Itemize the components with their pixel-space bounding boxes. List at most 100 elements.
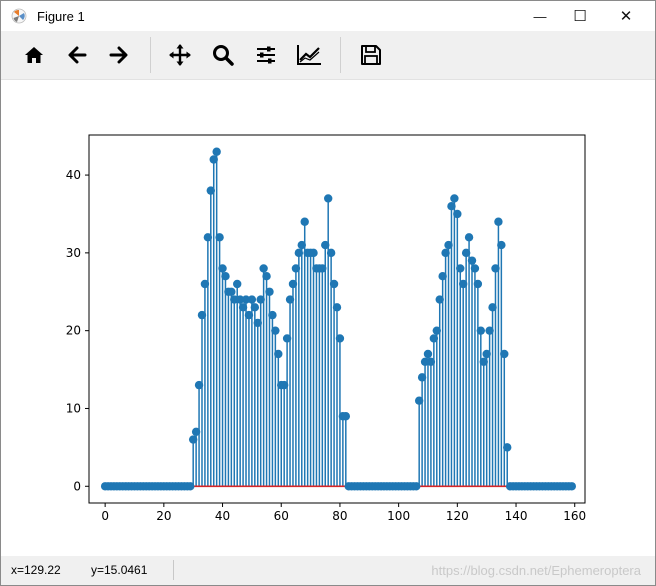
stem-marker	[197, 310, 207, 320]
stem-marker	[414, 396, 424, 405]
stem-marker	[450, 194, 459, 203]
stem-marker	[417, 373, 427, 382]
stem-marker	[453, 209, 462, 219]
figure-canvas[interactable]: 0 20 40 60 80 100 120 140 160 0 10 20 30 40	[1, 80, 655, 555]
stem-marker	[233, 279, 242, 289]
stem-marker	[482, 349, 491, 359]
sliders-icon	[257, 46, 275, 64]
stem-marker	[271, 326, 280, 335]
stem-marker	[429, 334, 439, 343]
stem-marker	[491, 264, 500, 273]
stem-marker	[274, 349, 283, 359]
axes-edit-button[interactable]	[293, 39, 325, 71]
cursor-y-readout: y=15.0461	[91, 563, 148, 577]
stem-marker	[341, 412, 351, 421]
stem-marker	[247, 295, 257, 304]
stem-marker	[476, 326, 486, 335]
subplots-button[interactable]	[250, 39, 282, 71]
stem-marker	[426, 357, 436, 366]
home-button[interactable]	[18, 39, 50, 71]
stem-marker	[262, 272, 271, 281]
stem-plot[interactable]: 0 20 40 60 80 100 120 140 160 0 10 20 30 40	[1, 80, 655, 555]
stem-marker	[488, 303, 497, 312]
minimize-icon: —	[533, 8, 547, 24]
y-tick-label: 30	[66, 246, 81, 260]
close-icon: ✕	[619, 8, 633, 25]
stem-marker	[227, 287, 236, 296]
stem-marker	[464, 233, 474, 242]
stem-marker	[300, 217, 309, 226]
status-separator	[173, 560, 174, 580]
x-tick-label: 100	[387, 509, 410, 523]
stem-marker	[326, 248, 336, 258]
x-tick-label: 120	[446, 509, 469, 523]
stem-marker	[282, 334, 292, 343]
stem-marker	[441, 248, 450, 258]
stem-marker	[191, 427, 201, 437]
stem-marker	[253, 318, 262, 328]
stem-marker	[423, 349, 433, 359]
stem-marker	[335, 334, 345, 343]
stem-marker	[503, 443, 512, 452]
stem-marker	[215, 233, 224, 242]
maximize-button[interactable]: ☐	[557, 1, 603, 31]
stem-marker	[467, 256, 477, 265]
stem-marker	[323, 194, 333, 203]
stem-marker	[461, 248, 471, 258]
zoom-button[interactable]	[207, 39, 239, 71]
stem-marker	[456, 264, 465, 273]
stem-marker	[291, 264, 301, 273]
arrow-left-icon	[68, 46, 87, 64]
floppy-disk-icon	[361, 45, 381, 65]
stem-marker	[203, 233, 213, 242]
move-icon	[169, 44, 191, 66]
stem-marker	[470, 264, 480, 273]
forward-button[interactable]	[103, 39, 135, 71]
stem-marker	[444, 240, 453, 250]
y-axis-ticks: 0 10 20 30 40	[66, 168, 89, 493]
stem-marker	[329, 279, 339, 289]
stem-marker	[212, 147, 221, 156]
stem-marker	[206, 186, 215, 195]
x-tick-label: 0	[101, 509, 109, 523]
stem-marker	[432, 326, 441, 335]
stem-marker	[309, 248, 318, 258]
stem-marker	[238, 303, 248, 312]
stem-marker	[288, 279, 298, 289]
save-button[interactable]	[355, 39, 387, 71]
stem-marker	[567, 482, 576, 491]
stem-marker	[435, 295, 444, 304]
stem-marker	[194, 380, 204, 390]
home-icon	[25, 47, 43, 63]
stem-marker	[218, 264, 227, 273]
stem-marker	[479, 357, 488, 366]
back-button[interactable]	[61, 39, 93, 71]
stem-marker	[497, 240, 506, 250]
title-bar: Figure 1 — ☐ ✕	[1, 1, 655, 31]
stem-marker	[268, 310, 277, 320]
arrow-right-icon	[109, 46, 128, 64]
y-tick-label: 20	[66, 324, 81, 338]
pan-button[interactable]	[164, 39, 196, 71]
stem-marker	[244, 310, 254, 320]
window-title: Figure 1	[37, 9, 85, 24]
stem-marker	[209, 155, 218, 164]
stem-marker	[473, 279, 483, 289]
navigation-toolbar	[1, 31, 655, 80]
stem-marker	[459, 279, 468, 289]
x-tick-label: 140	[505, 509, 528, 523]
stem-marker	[297, 240, 306, 250]
stem-marker	[186, 482, 195, 491]
close-button[interactable]: ✕	[603, 1, 649, 31]
stem-marker	[221, 272, 230, 281]
matplotlib-logo-icon	[11, 8, 27, 24]
stem-marker	[494, 217, 503, 226]
x-tick-label: 80	[332, 509, 347, 523]
stem-marker	[438, 272, 447, 281]
x-tick-label: 160	[563, 509, 586, 523]
figure-window: Figure 1 — ☐ ✕ 0 20 40 60 80 100 120 140…	[0, 0, 656, 586]
maximize-icon: ☐	[573, 8, 587, 25]
stem-marker	[294, 248, 304, 258]
y-tick-label: 0	[73, 479, 81, 493]
y-tick-label: 10	[66, 401, 81, 415]
